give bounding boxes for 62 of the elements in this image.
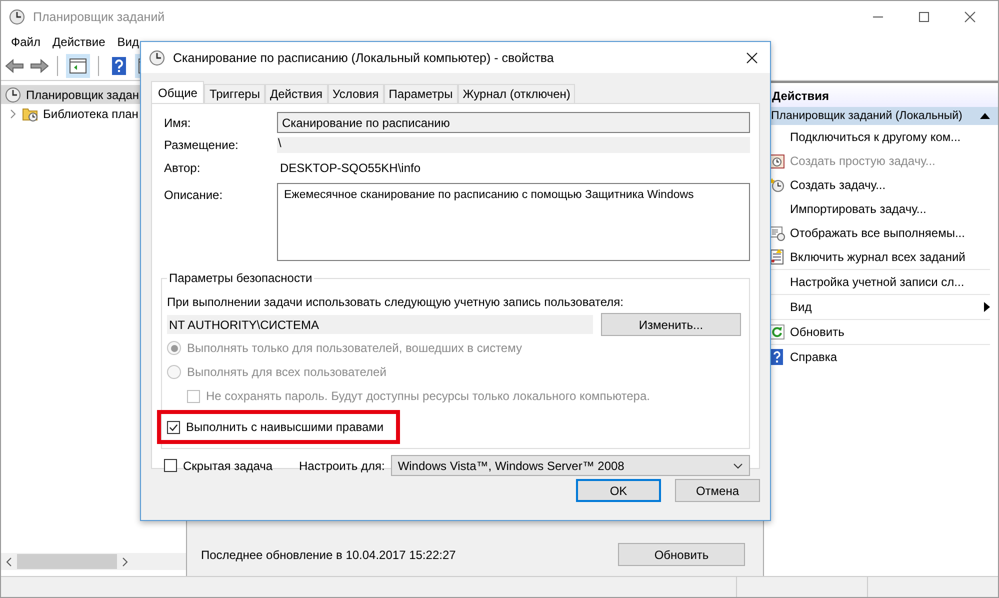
configure-dropdown[interactable]: Windows Vista™, Windows Server™ 2008 bbox=[390, 455, 750, 476]
field-label: Автор: bbox=[164, 161, 202, 175]
menu-item[interactable]: Вид bbox=[117, 35, 139, 49]
action-item[interactable]: Создать задачу... bbox=[764, 173, 990, 197]
location-field: \ bbox=[277, 137, 750, 153]
menu-item[interactable]: Файл bbox=[11, 35, 41, 49]
tab[interactable]: Общие bbox=[151, 81, 204, 103]
refresh-icon bbox=[769, 324, 785, 340]
checkbox[interactable] bbox=[167, 420, 180, 434]
name-field[interactable]: Сканирование по расписанию bbox=[277, 112, 750, 133]
checkbox[interactable] bbox=[164, 459, 177, 472]
action-item[interactable]: Включить журнал всех заданий bbox=[764, 245, 990, 269]
option-label: Не сохранять пароль. Будут доступны ресурсы только локального компьютера. bbox=[206, 389, 650, 403]
tab[interactable]: Действия bbox=[264, 84, 328, 103]
author-text: DESKTOP-SQO55KH\info bbox=[279, 160, 422, 177]
account-field: NT AUTHORITY\СИСТЕМА bbox=[167, 315, 593, 334]
clock-icon bbox=[149, 50, 165, 66]
tab[interactable]: Триггеры bbox=[204, 84, 265, 103]
help-icon bbox=[769, 349, 785, 365]
option-label: Выполнять только для пользователей, вошедших в систему bbox=[187, 341, 522, 355]
forward-arrow-icon[interactable] bbox=[29, 58, 49, 74]
close-icon[interactable] bbox=[746, 52, 758, 64]
group-title: Параметры безопасности bbox=[168, 271, 314, 285]
tree-label: Библиотека план bbox=[43, 106, 138, 120]
maximize-icon[interactable] bbox=[918, 10, 930, 22]
change-button[interactable]: Изменить... bbox=[601, 313, 741, 336]
option-label: Выполнять для всех пользователей bbox=[187, 365, 386, 379]
clock-icon bbox=[9, 8, 25, 24]
tab[interactable]: Журнал (отключен) bbox=[458, 84, 576, 103]
calendar-clock-icon bbox=[769, 153, 785, 169]
refresh-button[interactable]: Обновить bbox=[618, 543, 745, 566]
configure-label: Настроить для: bbox=[299, 458, 385, 472]
option-label: Выполнить с наивысшими правами bbox=[186, 420, 384, 434]
tree-label: Планировщик задан bbox=[26, 88, 139, 102]
field-label: Размещение: bbox=[164, 138, 240, 152]
dialog-button[interactable]: OK bbox=[576, 479, 661, 502]
horizontal-scrollbar[interactable] bbox=[1, 553, 186, 570]
dialog-title: Сканирование по расписанию (Локальный компьютер) - свойства bbox=[173, 50, 554, 64]
dialog-button[interactable]: Отмена bbox=[675, 479, 760, 502]
menu-item[interactable]: Действие bbox=[52, 35, 106, 49]
field-label: Описание: bbox=[164, 187, 224, 202]
collapse-triangle-icon[interactable] bbox=[980, 113, 990, 119]
submenu-arrow-icon bbox=[984, 302, 990, 312]
clock-icon bbox=[5, 86, 21, 102]
chevron-down-icon[interactable] bbox=[733, 462, 743, 468]
option-label: Скрытая задача bbox=[183, 458, 274, 472]
field-label: Имя: bbox=[164, 116, 192, 130]
expand-caret-icon[interactable] bbox=[9, 108, 17, 118]
tab[interactable]: Условия bbox=[328, 84, 384, 103]
description-field[interactable]: Ежемесячное сканирование по расписанию с помощью Защитника Windows bbox=[277, 183, 750, 261]
pane-toggle-icon[interactable] bbox=[66, 54, 90, 78]
last-update-text: Последнее обновление в 10.04.2017 15:22:27 bbox=[201, 548, 456, 562]
log-list-icon bbox=[769, 249, 785, 265]
window-title: Планировщик заданий bbox=[33, 10, 165, 24]
close-icon[interactable] bbox=[964, 10, 976, 22]
scroll-left-icon[interactable] bbox=[5, 556, 13, 566]
back-arrow-icon[interactable] bbox=[5, 58, 25, 74]
group-label: Планировщик заданий (Локальный) bbox=[771, 110, 962, 122]
account-prompt: При выполнении задачи использовать следующую учетную запись пользователя: bbox=[167, 295, 624, 309]
folder-clock-icon bbox=[22, 106, 38, 122]
scroll-right-icon[interactable] bbox=[121, 556, 129, 566]
tab[interactable]: Параметры bbox=[384, 84, 458, 103]
